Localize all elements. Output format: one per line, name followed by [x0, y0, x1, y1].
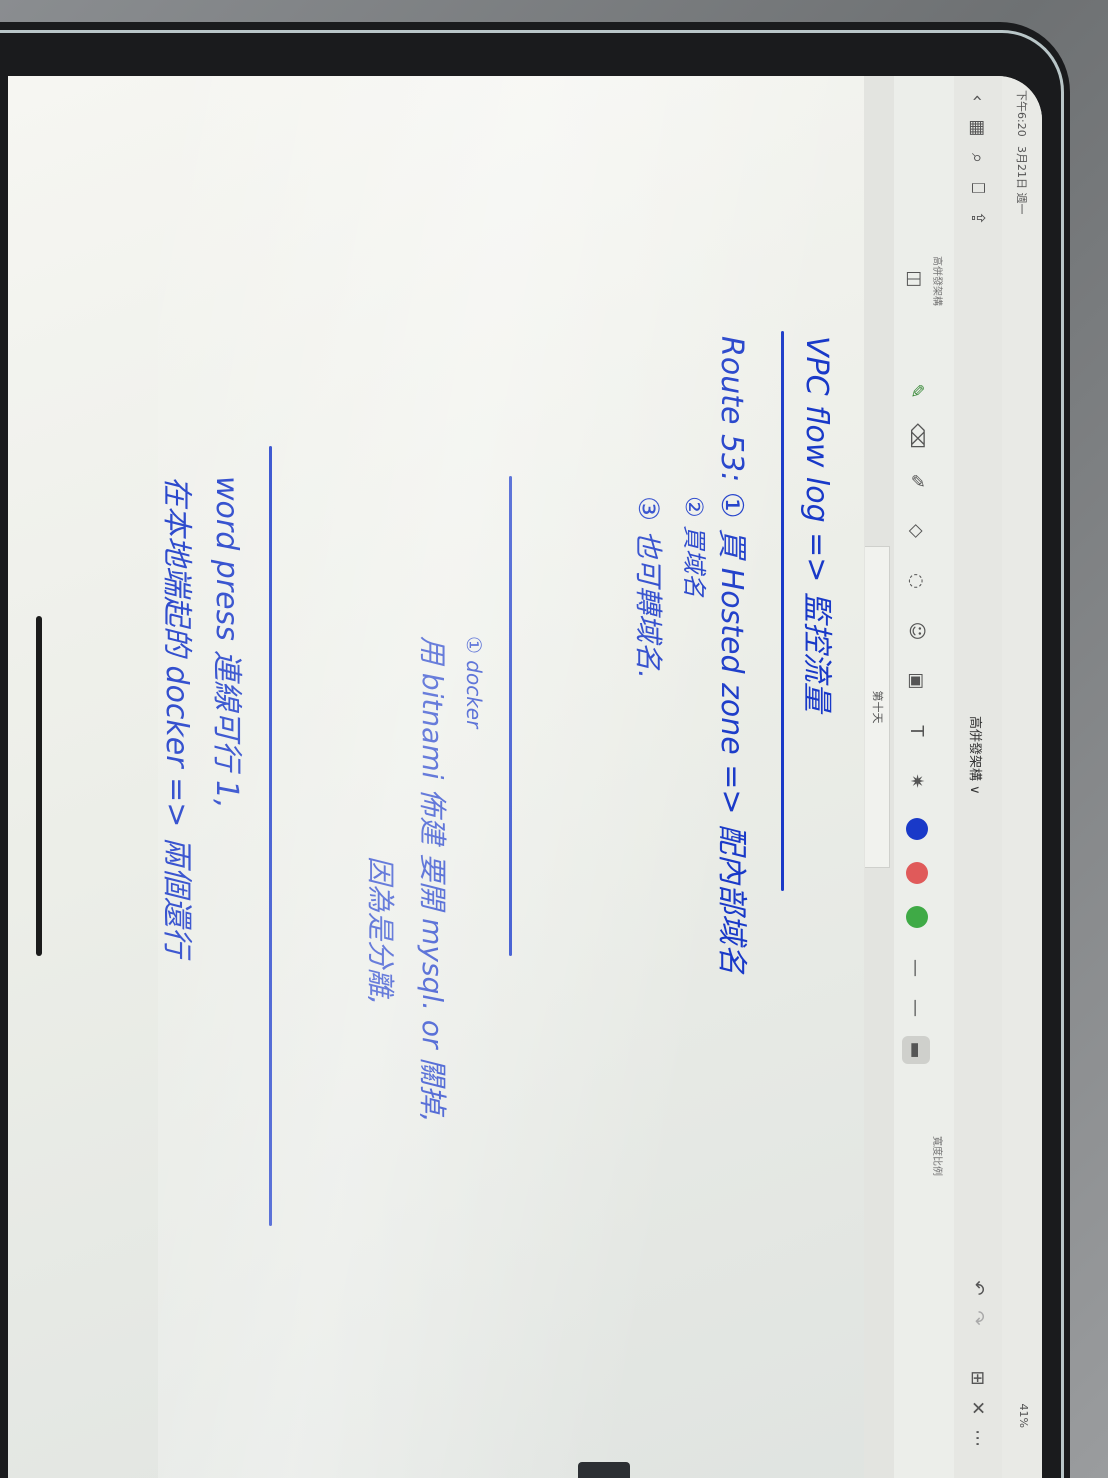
- divider-2: [509, 476, 512, 956]
- pen-icon[interactable]: ✎: [902, 376, 932, 406]
- color-green[interactable]: [906, 906, 928, 928]
- undo-icon[interactable]: ↶: [966, 1276, 990, 1300]
- note-line-separate: 因為是分離,: [364, 856, 397, 1005]
- note-line-route53-sub: ② 買域名: [680, 496, 708, 598]
- dropdown-icon[interactable]: ∨: [967, 785, 982, 795]
- medium-stroke-icon[interactable]: —: [904, 996, 928, 1020]
- shapes-icon[interactable]: ◇: [902, 516, 932, 546]
- thin-stroke-icon[interactable]: —: [904, 956, 928, 980]
- close-icon[interactable]: ✕: [966, 1396, 990, 1420]
- top-bar: ‹ ▦ ⌕ ⎕ ⇪ 高併發架構 ∨ ↶ ↷ ⊞ ✕ ⋯: [953, 76, 1002, 1478]
- note-line-bitnami: 用 bitnami 佈建 要開 mysql. or 關掉,: [416, 636, 449, 1123]
- add-page-icon[interactable]: ⊞: [966, 1366, 990, 1390]
- tablet-screen: 下午6:20 3月21日 週一 41% ‹ ▦ ⌕ ⎕ ⇪ 高併發架構 ∨ ↶ …: [8, 76, 1042, 1478]
- notebook-title[interactable]: 高併發架構 ∨: [967, 716, 986, 795]
- battery-level: 41%: [1017, 1403, 1030, 1428]
- note-docker-mark: ① docker: [462, 636, 486, 729]
- right-label: 寬度比例: [931, 1136, 942, 1176]
- status-bar: 下午6:20 3月21日 週一 41%: [1002, 76, 1042, 1478]
- note-line-transfer: ③ 也可轉域名.: [632, 496, 665, 679]
- side-button: [578, 1462, 630, 1478]
- more-icon[interactable]: ⋯: [966, 1426, 990, 1450]
- share-icon[interactable]: ⇪: [966, 206, 990, 230]
- image-icon[interactable]: ▣: [902, 666, 932, 696]
- highlighter-icon[interactable]: ✐: [902, 466, 932, 496]
- bookmark-icon[interactable]: ⎕: [966, 176, 990, 200]
- page-icon[interactable]: ◫: [902, 266, 928, 292]
- status-date: 3月21日 週一: [1015, 146, 1028, 215]
- lasso-icon[interactable]: ◌: [902, 566, 932, 596]
- status-time: 下午6:20: [1015, 90, 1028, 137]
- scroll-handle[interactable]: [36, 616, 42, 956]
- back-icon[interactable]: ‹: [966, 86, 990, 110]
- color-blue[interactable]: [906, 818, 928, 840]
- drawing-toolbar: 高併發架構 ◫ ✎ ⌫ ✐ ◇ ◌ ☺ ▣ T ✷ — — ▬ 寬度比例: [893, 76, 954, 1478]
- note-line-local-docker: 在本地端起的 docker => 兩個還行: [159, 476, 194, 957]
- left-label: 高併發架構: [931, 256, 942, 306]
- laser-icon[interactable]: ✷: [902, 766, 932, 796]
- note-line-route53: Route 53: ① 買 Hosted zone => 配內部域名: [714, 336, 749, 975]
- tab-strip: 第十天: [864, 76, 894, 1478]
- divider-1: [781, 331, 784, 891]
- color-red[interactable]: [906, 862, 928, 884]
- note-line-wordpress: word press 連線可行 1,: [209, 476, 244, 809]
- divider-3: [269, 446, 272, 1226]
- tab-day-ten[interactable]: 第十天: [865, 546, 890, 868]
- note-app: 下午6:20 3月21日 週一 41% ‹ ▦ ⌕ ⎕ ⇪ 高併發架構 ∨ ↶ …: [8, 76, 1042, 1478]
- grid-icon[interactable]: ▦: [966, 116, 990, 140]
- thick-stroke-icon[interactable]: ▬: [902, 1036, 930, 1064]
- eraser-icon[interactable]: ⌫: [902, 421, 932, 451]
- redo-icon[interactable]: ↷: [966, 1306, 990, 1330]
- sticker-icon[interactable]: ☺: [902, 616, 932, 646]
- search-icon[interactable]: ⌕: [966, 146, 990, 170]
- note-line-vpc: VPC flow log => 監控流量: [799, 336, 834, 712]
- text-icon[interactable]: T: [902, 716, 932, 746]
